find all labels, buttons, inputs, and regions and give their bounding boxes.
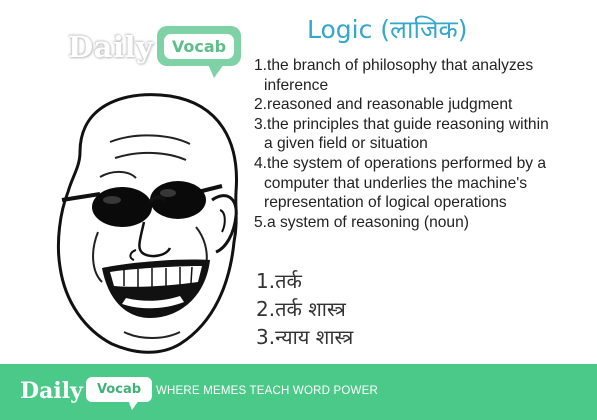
footer-logo-vocab: Vocab xyxy=(96,382,142,397)
logo-vocab-text: Vocab xyxy=(163,33,235,59)
hindi-meaning-item: 3.न्याय शास्त्र xyxy=(256,325,354,349)
footer-bar: Daily Vocab WHERE MEMES TEACH WORD POWER xyxy=(0,364,597,420)
definition-item: 5.a system of reasoning (noun) xyxy=(254,213,469,231)
meme-face-illustration xyxy=(56,93,238,354)
word-title: Logic (लाजिक) xyxy=(307,15,468,44)
definition-item: 3.the principles that guide reasoning wi… xyxy=(254,115,549,133)
footer-logo-daily: Daily xyxy=(20,378,83,404)
hindi-meaning-item: 2.तर्क शास्त्र xyxy=(256,297,346,321)
definition-item-continued: representation of logical operations xyxy=(264,194,507,212)
definition-item: 2.reasoned and reasonable judgment xyxy=(254,96,513,114)
hindi-meaning-list: 1.तर्क 2.तर्क शास्त्र 3.न्याय शास्त्र xyxy=(256,267,353,351)
definition-item-continued: inference xyxy=(264,76,329,94)
logo-daily-text: Daily xyxy=(68,30,154,64)
definition-item: 1.the branch of philosophy that analyzes xyxy=(254,57,534,74)
definition-list: 1.the branch of philosophy that analyzes… xyxy=(254,56,594,232)
definition-item-continued: a given field or situation xyxy=(264,135,428,153)
footer-logo-bubble: Vocab xyxy=(86,377,152,402)
footer-bubble-tail xyxy=(128,400,139,410)
logo-speech-bubble: Vocab xyxy=(157,26,241,66)
definition-item-continued: computer that underlies the machine's xyxy=(264,174,528,192)
definition-item: 4.the system of operations performed by … xyxy=(254,154,547,172)
hindi-meaning-item: 1.तर्क xyxy=(256,269,302,293)
logo-bubble-tail xyxy=(208,64,224,78)
footer-tagline: WHERE MEMES TEACH WORD POWER xyxy=(156,385,378,397)
daily-vocab-logo: Daily Vocab xyxy=(68,20,243,90)
vocab-card: Daily Vocab Logic (लाजिक) 1.the branch o… xyxy=(0,0,597,420)
